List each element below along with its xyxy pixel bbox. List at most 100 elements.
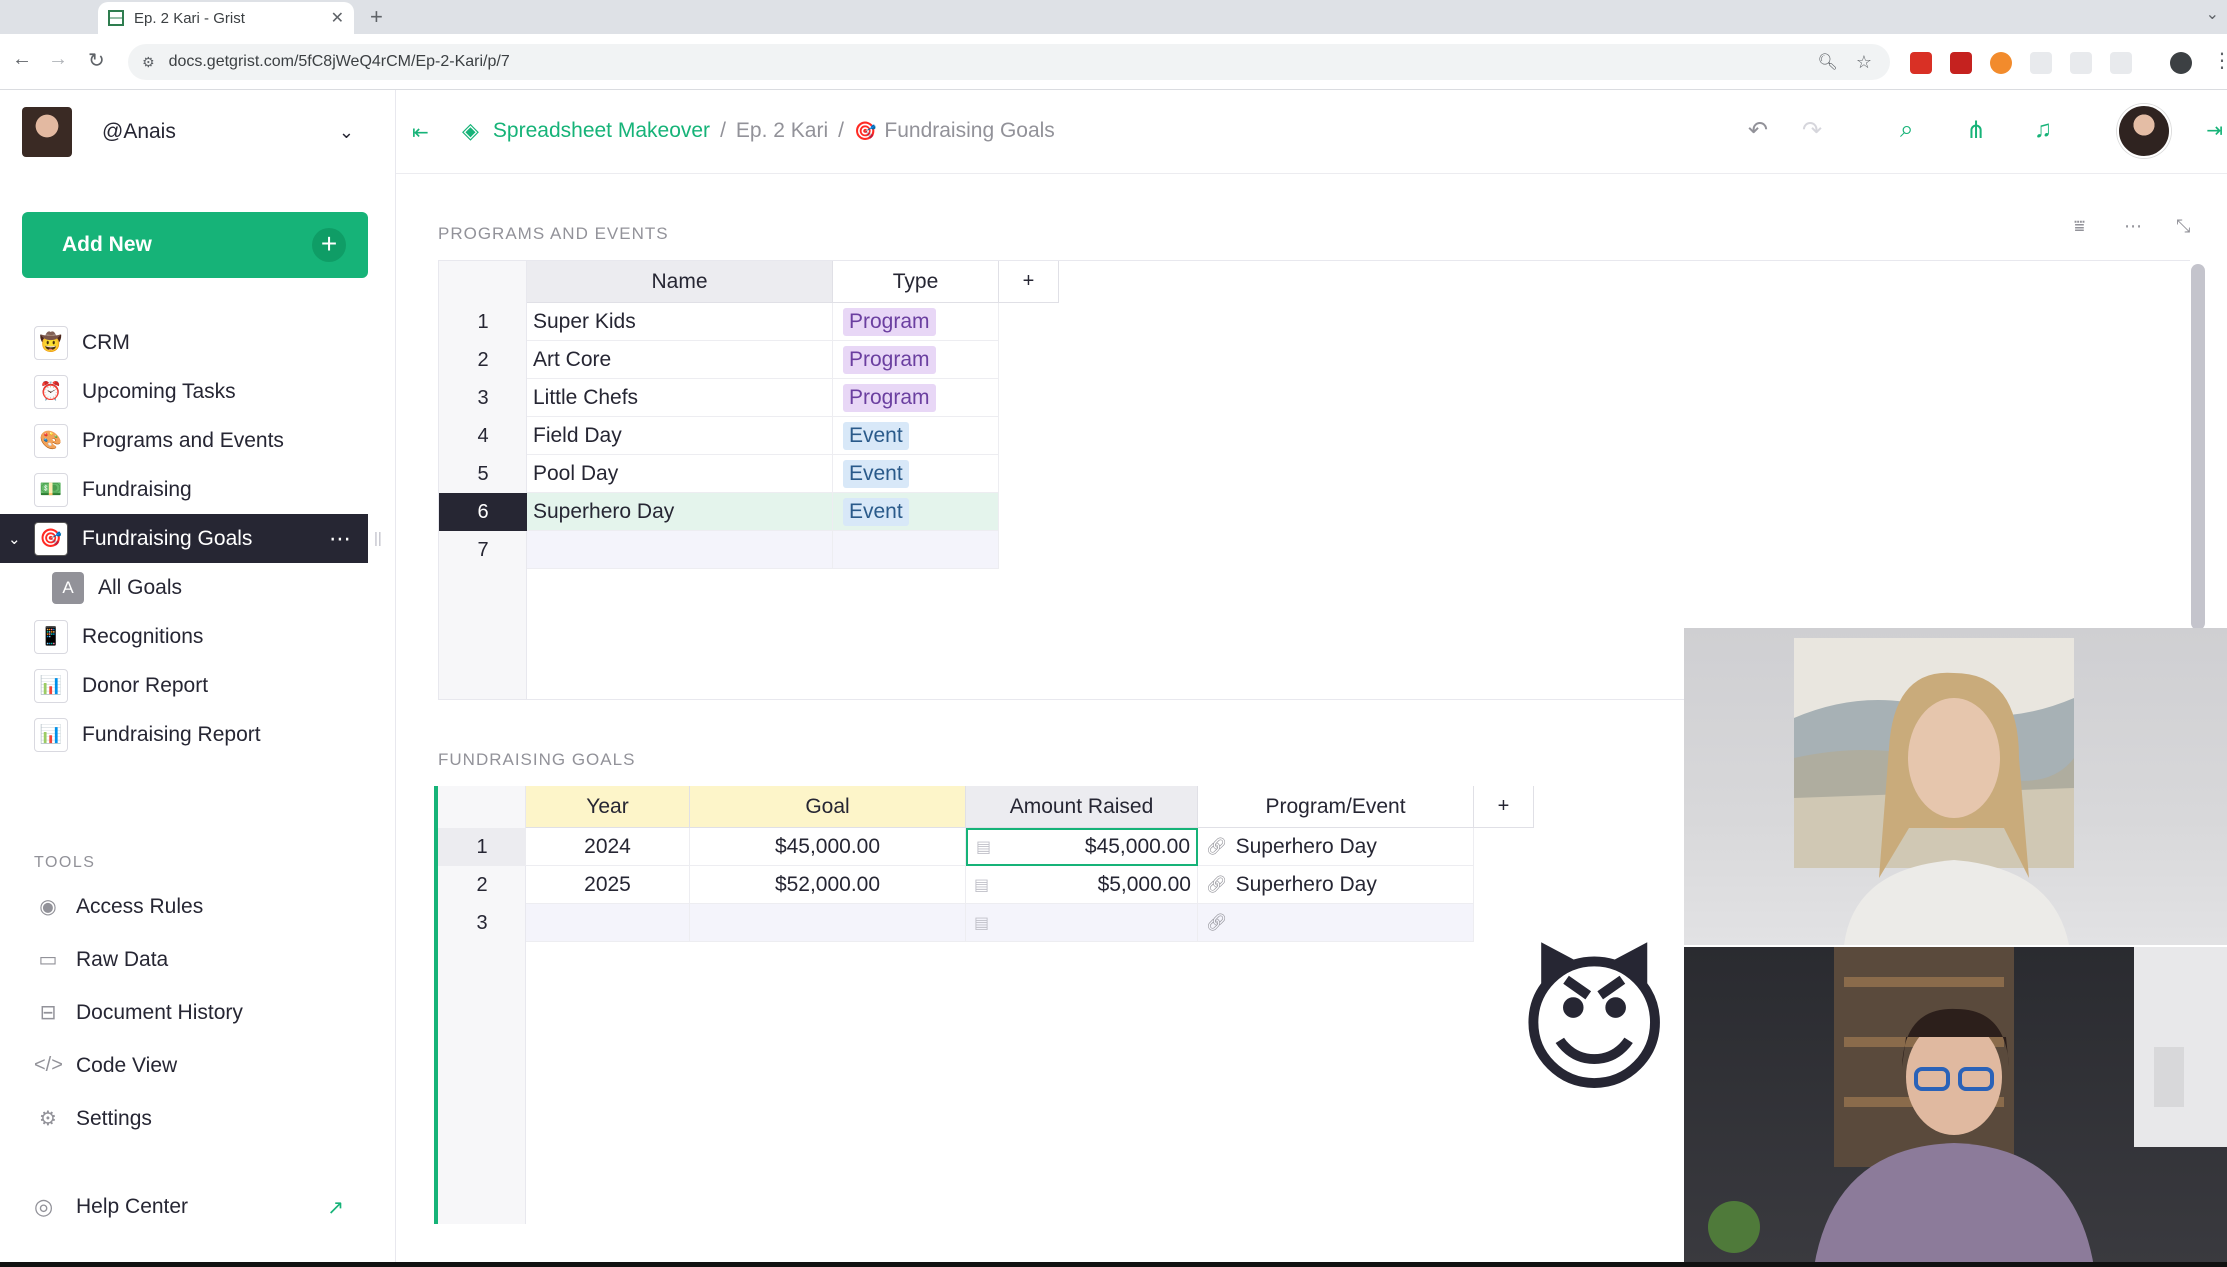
cell-amount-raised-new-row[interactable]: ▤ bbox=[966, 904, 1198, 942]
add-new-button[interactable]: Add New + bbox=[22, 212, 368, 278]
cell-name[interactable]: Little Chefs bbox=[527, 379, 833, 417]
extension-icon[interactable] bbox=[1990, 52, 2012, 74]
cell-goal[interactable]: $52,000.00 bbox=[690, 866, 966, 904]
more-options-icon[interactable]: ⋯ bbox=[2124, 216, 2142, 237]
share-icon[interactable]: ⋔ bbox=[1966, 116, 1986, 145]
extension-icon[interactable] bbox=[2070, 52, 2092, 74]
record-card-icon[interactable]: ▤ bbox=[976, 837, 991, 857]
cell-goal-new-row[interactable] bbox=[690, 904, 966, 942]
cell-type[interactable]: Program bbox=[833, 303, 999, 341]
forward-icon[interactable]: → bbox=[48, 48, 68, 71]
site-settings-icon[interactable]: ⚙ bbox=[142, 54, 155, 71]
page-item-programs-and-events[interactable]: 🎨 Programs and Events bbox=[0, 416, 396, 465]
page-item-fundraising-goals[interactable]: ⌄ 🎯 Fundraising Goals ⋯ bbox=[0, 514, 368, 563]
cell-name[interactable]: Superhero Day bbox=[527, 493, 833, 531]
tool-settings[interactable]: ⚙ Settings bbox=[0, 1092, 396, 1145]
row-number[interactable]: 2 bbox=[439, 341, 527, 379]
extension-icon[interactable] bbox=[2030, 52, 2052, 74]
cell-type-new-row[interactable] bbox=[833, 531, 999, 569]
account-menu[interactable]: @Anais ⌄ bbox=[22, 104, 368, 160]
row-number[interactable]: 4 bbox=[439, 417, 527, 455]
page-item-all-goals[interactable]: A All Goals bbox=[0, 563, 396, 612]
record-card-icon[interactable]: ▤ bbox=[974, 913, 989, 933]
more-options-icon[interactable]: ⋯ bbox=[329, 526, 352, 552]
cell-name[interactable]: Super Kids bbox=[527, 303, 833, 341]
tool-access-rules[interactable]: ◉ Access Rules bbox=[0, 880, 396, 933]
column-header-name[interactable]: Name bbox=[527, 261, 833, 303]
cell-name[interactable]: Field Day bbox=[527, 417, 833, 455]
page-item-crm[interactable]: 🤠 CRM bbox=[0, 318, 396, 367]
tool-document-history[interactable]: ⊟ Document History bbox=[0, 986, 396, 1039]
cell-year[interactable]: 2024 bbox=[526, 828, 690, 866]
cell-type[interactable]: Program bbox=[833, 379, 999, 417]
cell-amount-raised[interactable]: ▤ $5,000.00 bbox=[966, 866, 1198, 904]
expand-right-panel-icon[interactable]: ⇥ bbox=[2206, 118, 2223, 143]
extension-icon[interactable] bbox=[1950, 52, 1972, 74]
collapse-left-panel-icon[interactable]: ⇤ bbox=[412, 120, 429, 145]
avatar[interactable] bbox=[2117, 104, 2171, 158]
cell-program-event[interactable]: 🔗︎ Superhero Day bbox=[1198, 866, 1474, 904]
cell-name-new-row[interactable] bbox=[527, 531, 833, 569]
cell-year-new-row[interactable] bbox=[526, 904, 690, 942]
breadcrumb-workspace[interactable]: Spreadsheet Makeover bbox=[493, 119, 710, 143]
column-header-type[interactable]: Type bbox=[833, 261, 999, 303]
cell-year[interactable]: 2025 bbox=[526, 866, 690, 904]
column-header-program-event[interactable]: Program/Event bbox=[1198, 786, 1474, 828]
row-number-selected[interactable]: 6 bbox=[439, 493, 527, 531]
page-item-upcoming-tasks[interactable]: ⏰ Upcoming Tasks bbox=[0, 367, 396, 416]
url-bar[interactable]: ⚙ docs.getgrist.com/5fC8jWeQ4rCM/Ep-2-Ka… bbox=[128, 44, 1890, 80]
back-icon[interactable]: ← bbox=[12, 48, 32, 71]
new-tab-icon[interactable]: + bbox=[370, 4, 383, 30]
row-number[interactable]: 3 bbox=[438, 904, 526, 942]
redo-icon[interactable]: ↷ bbox=[1802, 116, 1822, 145]
page-item-fundraising[interactable]: 💵 Fundraising bbox=[0, 465, 396, 514]
breadcrumb-document[interactable]: Ep. 2 Kari bbox=[736, 119, 828, 143]
add-column-button[interactable]: + bbox=[1474, 786, 1534, 828]
row-number[interactable]: 3 bbox=[439, 379, 527, 417]
sort-filter-icon[interactable]: ⩸ bbox=[2074, 216, 2085, 237]
chevron-down-icon[interactable]: ⌄ bbox=[8, 530, 21, 548]
reload-icon[interactable]: ↻ bbox=[88, 48, 105, 73]
cell-name[interactable]: Art Core bbox=[527, 341, 833, 379]
extensions-puzzle-icon[interactable] bbox=[2110, 52, 2132, 74]
bookmark-star-icon[interactable]: ☆ bbox=[1856, 52, 1872, 73]
tool-code-view[interactable]: </> Code View bbox=[0, 1039, 396, 1092]
row-number[interactable]: 7 bbox=[439, 531, 527, 569]
help-center-link[interactable]: ◎ Help Center ↗ bbox=[34, 1194, 344, 1220]
cell-program-event-new-row[interactable]: 🔗︎ bbox=[1198, 904, 1474, 942]
page-item-recognitions[interactable]: 📱 Recognitions bbox=[0, 612, 396, 661]
row-number[interactable]: 2 bbox=[438, 866, 526, 904]
row-number[interactable]: 1 bbox=[438, 828, 526, 866]
cell-name[interactable]: Pool Day bbox=[527, 455, 833, 493]
page-item-fundraising-report[interactable]: 📊 Fundraising Report bbox=[0, 710, 396, 759]
row-number[interactable]: 1 bbox=[439, 303, 527, 341]
add-column-button[interactable]: + bbox=[999, 261, 1059, 303]
cell-goal[interactable]: $45,000.00 bbox=[690, 828, 966, 866]
cell-type[interactable]: Event bbox=[833, 417, 999, 455]
tool-raw-data[interactable]: ▭ Raw Data bbox=[0, 933, 396, 986]
profile-icon[interactable] bbox=[2170, 52, 2192, 74]
expand-section-icon[interactable]: ⤡ bbox=[2176, 216, 2190, 237]
vertical-scrollbar[interactable] bbox=[2191, 264, 2205, 630]
record-card-icon[interactable]: ▤ bbox=[974, 875, 989, 895]
page-item-donor-report[interactable]: 📊 Donor Report bbox=[0, 661, 396, 710]
extension-icon[interactable] bbox=[1910, 52, 1932, 74]
cell-program-event[interactable]: 🔗︎ Superhero Day bbox=[1198, 828, 1474, 866]
zoom-icon[interactable]: 🔍︎ bbox=[1818, 52, 1838, 72]
browser-menu-icon[interactable]: ⋮ bbox=[2212, 48, 2227, 73]
search-icon[interactable]: ⌕ bbox=[1900, 116, 1913, 144]
cell-type[interactable]: Event bbox=[833, 455, 999, 493]
undo-icon[interactable]: ↶ bbox=[1748, 116, 1768, 145]
column-header-goal[interactable]: Goal bbox=[690, 786, 966, 828]
browser-tab[interactable]: Ep. 2 Kari - Grist ✕ bbox=[98, 2, 354, 34]
notifications-bell-icon[interactable]: ♫ bbox=[2034, 116, 2052, 144]
close-icon[interactable]: ✕ bbox=[331, 8, 344, 28]
panel-resize-handle[interactable]: || bbox=[374, 530, 382, 547]
column-header-year[interactable]: Year bbox=[526, 786, 690, 828]
breadcrumb-page[interactable]: Fundraising Goals bbox=[884, 119, 1054, 143]
cell-type[interactable]: Program bbox=[833, 341, 999, 379]
cell-type[interactable]: Event bbox=[833, 493, 999, 531]
row-number[interactable]: 5 bbox=[439, 455, 527, 493]
column-header-amount-raised[interactable]: Amount Raised bbox=[966, 786, 1198, 828]
cell-amount-raised-selected[interactable]: ▤ $45,000.00 bbox=[966, 828, 1198, 866]
